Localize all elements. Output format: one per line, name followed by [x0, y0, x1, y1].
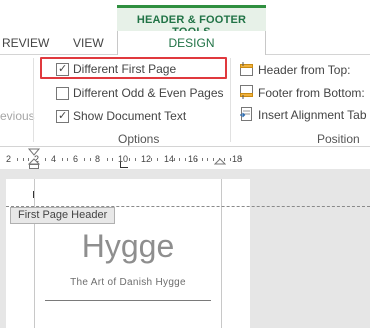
tab-design-label: DESIGN: [168, 36, 215, 50]
insert-alignment-tab-label: Insert Alignment Tab: [258, 108, 367, 122]
group-separator: [33, 58, 34, 142]
ruler-number: 6: [73, 154, 79, 164]
ruler-tick: [23, 158, 24, 161]
tab-view[interactable]: VIEW: [73, 36, 104, 50]
footer-from-bottom-icon: [240, 85, 253, 99]
previous-button-label[interactable]: revious: [0, 109, 35, 123]
tab-review[interactable]: REVIEW: [2, 36, 49, 50]
ruler-tick: [112, 158, 113, 161]
indent-marker-icon[interactable]: [28, 148, 40, 170]
ruler-tick: [107, 158, 108, 161]
ruler-tick: [135, 158, 136, 161]
right-indent-marker-icon[interactable]: [214, 148, 226, 170]
first-page-header-tag: First Page Header: [10, 207, 116, 224]
ruler-number: 4: [51, 154, 57, 164]
ruler-tick: [179, 158, 180, 161]
text-cursor: [33, 191, 34, 198]
ruler-tick: [202, 158, 203, 161]
contextual-tab-group: HEADER & FOOTER TOOLS: [117, 5, 266, 38]
group-separator: [230, 58, 231, 142]
ruler-tick: [230, 158, 231, 161]
header-from-top-icon: [240, 62, 253, 76]
ruler-tick: [84, 158, 85, 161]
ruler-number: 12: [141, 154, 152, 164]
show-document-text-checkbox[interactable]: ✓ Show Document Text: [56, 108, 228, 126]
position-group-label: Position: [317, 132, 360, 146]
ruler-tick: [157, 158, 158, 161]
ruler-tick: [62, 158, 63, 161]
different-odd-even-pages-checkbox[interactable]: ✓ Different Odd & Even Pages: [56, 85, 228, 103]
highlight-annotation: [40, 57, 227, 79]
ruler-number: 8: [95, 154, 101, 164]
options-group-label: Options: [118, 132, 160, 146]
insert-alignment-tab-icon: [240, 107, 252, 121]
ruler-tick: [207, 158, 208, 161]
ruler-tick: [174, 158, 175, 161]
tab-design[interactable]: DESIGN: [117, 31, 266, 55]
show-document-text-label: Show Document Text: [73, 109, 187, 123]
ruler-tick: [185, 158, 186, 161]
footer-from-bottom-label: Footer from Bottom:: [258, 86, 365, 100]
ruler-tick: [90, 158, 91, 161]
header-from-top-label: Header from Top:: [258, 63, 351, 77]
ruler-tick: [129, 158, 130, 161]
ruler-tick: [151, 158, 152, 161]
ruler-tick: [17, 158, 18, 161]
checkmark-icon: ✓: [58, 110, 68, 122]
document-subtitle[interactable]: The Art of Danish Hygge: [6, 277, 250, 288]
ruler-tick: [45, 158, 46, 161]
ruler-number: 14: [164, 154, 175, 164]
ruler-number: 2: [6, 154, 12, 164]
different-odd-even-pages-label: Different Odd & Even Pages: [73, 86, 224, 100]
ruler-tick: [67, 158, 68, 161]
document-rule-line: [45, 300, 211, 301]
document-title[interactable]: Hygge: [6, 228, 250, 265]
ruler-tick: [196, 158, 197, 161]
checkbox-box[interactable]: ✓: [56, 87, 69, 100]
checkbox-box[interactable]: ✓: [56, 110, 69, 123]
ruler-tick: [241, 158, 242, 161]
tab-stop-marker[interactable]: [120, 162, 128, 168]
